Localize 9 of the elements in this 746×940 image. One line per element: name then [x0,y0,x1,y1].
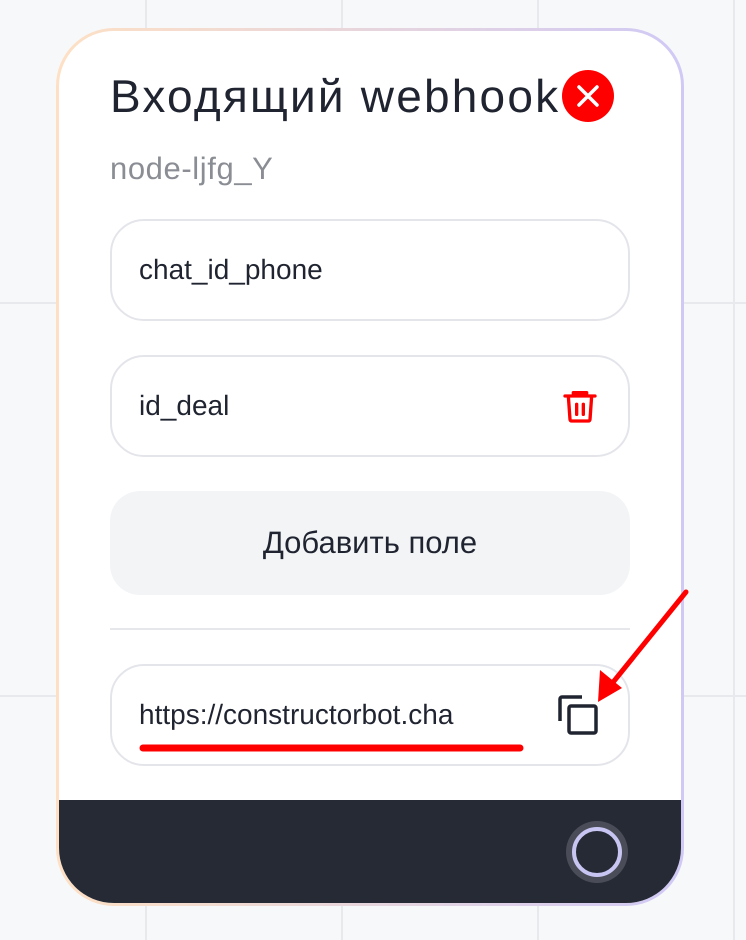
text-field[interactable]: chat_id_phone [110,219,630,321]
node-title: Входящий webhook [110,69,560,124]
status-ring-icon [565,820,629,884]
copy-icon[interactable] [556,693,600,737]
url-field[interactable]: https://constructorbot.cha [110,664,630,766]
text-field[interactable]: id_deal [110,355,630,457]
add-field-button[interactable]: Добавить поле [110,491,630,595]
close-icon [575,83,602,109]
node-id: node-ljfg_Y [110,150,274,188]
